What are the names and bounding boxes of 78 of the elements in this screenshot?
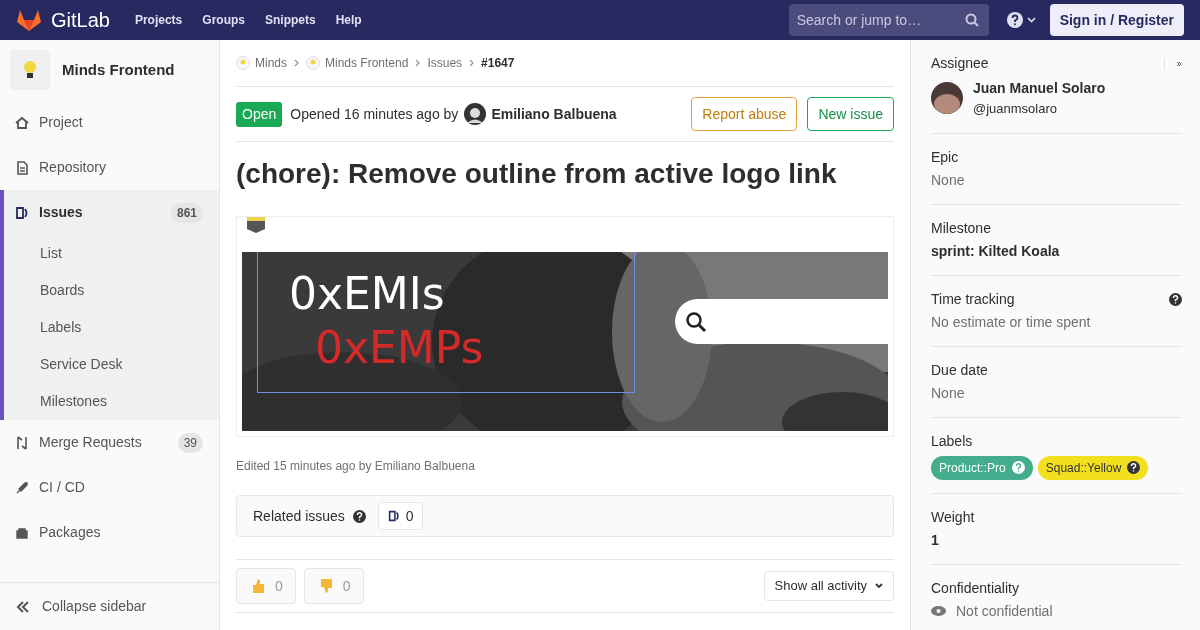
sidebar-item[interactable]: Packages	[4, 510, 219, 555]
sidebar-subitem[interactable]: List	[4, 235, 219, 272]
brand-name[interactable]: GitLab	[51, 5, 110, 35]
opened-text: Opened 16 minutes ago by	[290, 104, 459, 124]
shield-icon	[247, 217, 265, 233]
section-title: Due date	[931, 360, 989, 380]
assignee-handle: @juanmsolaro	[973, 100, 1058, 118]
section-title: Labels	[931, 431, 974, 451]
home-icon	[14, 114, 30, 131]
nav-link[interactable]: Snippets	[254, 11, 326, 29]
merge-icon	[14, 434, 30, 451]
section-value: sprint: Kilted Koala	[931, 241, 1061, 261]
edited-text: Edited 15 minutes ago by Emiliano Balbuena	[236, 458, 476, 475]
section-title: Time tracking	[931, 289, 1016, 309]
help-dropdown[interactable]	[1006, 12, 1036, 28]
caret-icon	[1026, 17, 1036, 23]
project-name: Minds Frontend	[62, 59, 175, 80]
nav-link[interactable]: Groups	[192, 11, 255, 29]
avatar-icon	[464, 103, 487, 125]
issue-title: (chore): Remove outline from active logo link	[236, 157, 838, 191]
section-value: None	[931, 383, 966, 403]
search-icon	[685, 310, 707, 333]
help-icon	[1127, 461, 1141, 474]
section-title: Assignee	[931, 54, 990, 73]
fox-logo-icon[interactable]	[16, 8, 42, 32]
section-title: Epic	[931, 147, 960, 167]
breadcrumb-link[interactable]: Minds Frontend	[306, 54, 409, 72]
issues-icon	[386, 509, 401, 523]
logo-text: 0xEMIs	[289, 272, 445, 316]
action-button[interactable]: New issue	[807, 97, 894, 131]
breadcrumb-link[interactable]: Minds	[236, 54, 287, 72]
issues-icon	[14, 204, 30, 221]
chevron-icon	[415, 59, 421, 67]
caret-icon	[875, 583, 883, 589]
author-link[interactable]: Emiliano Balbuena	[491, 103, 617, 125]
count-badge: 39	[177, 432, 203, 453]
double-chevron-icon	[16, 600, 30, 613]
section-value: Not confidential	[956, 601, 1053, 621]
sidebar-subitem[interactable]: Milestones	[4, 383, 219, 420]
sidebar-subitem[interactable]: Boards	[4, 272, 219, 309]
section-title: Weight	[931, 507, 976, 527]
avatar-icon	[931, 82, 963, 115]
breadcrumb-link[interactable]: #1647	[481, 54, 515, 72]
section-value: None	[931, 170, 966, 190]
search-icon	[964, 13, 979, 27]
sidebar-subitem[interactable]: Service Desk	[4, 346, 219, 383]
help-icon	[1006, 12, 1023, 28]
document-icon	[14, 159, 30, 176]
sign-in-button[interactable]: Sign in / Register	[1049, 4, 1184, 36]
search-field[interactable]: Search or jump to…	[788, 4, 989, 36]
chevron-icon	[469, 59, 475, 67]
lightbulb-icon	[23, 60, 37, 80]
expand-icon[interactable]	[1164, 57, 1182, 70]
count-badge: 861	[170, 202, 203, 223]
section-value: No estimate or time spent	[931, 312, 1092, 332]
sidebar-item[interactable]: Repository	[4, 145, 219, 190]
related-issues-title: Related issues	[253, 506, 345, 526]
sidebar-item[interactable]: CI / CD	[4, 465, 219, 510]
overlay-text: 0xEMPs	[315, 326, 484, 370]
sidebar-item[interactable]: Project	[4, 100, 219, 145]
label-tag[interactable]: Squad::Yellow	[1037, 455, 1149, 480]
sidebar-item[interactable]: Merge Requests 39	[4, 420, 219, 465]
section-title: Confidentiality	[931, 578, 1020, 598]
nav-link[interactable]: Help	[325, 11, 372, 29]
eye-icon	[931, 606, 946, 616]
sidebar-item[interactable]: Issues 861	[4, 190, 219, 235]
assignee-name: Juan Manuel Solaro	[973, 79, 1106, 98]
chevron-icon	[294, 59, 299, 67]
section-value: 1	[931, 530, 940, 550]
status-badge: Open	[236, 101, 283, 127]
activity-dropdown[interactable]: Show all activity	[763, 571, 894, 601]
issue-count-badge: 0	[377, 502, 423, 530]
section-title: Milestone	[931, 218, 992, 238]
nav-link[interactable]: Projects	[124, 11, 193, 29]
help-icon	[352, 509, 366, 523]
help-icon	[1011, 461, 1025, 474]
breadcrumb-link[interactable]: Issues	[427, 54, 463, 72]
sidebar-subitem[interactable]: Labels	[4, 309, 219, 346]
